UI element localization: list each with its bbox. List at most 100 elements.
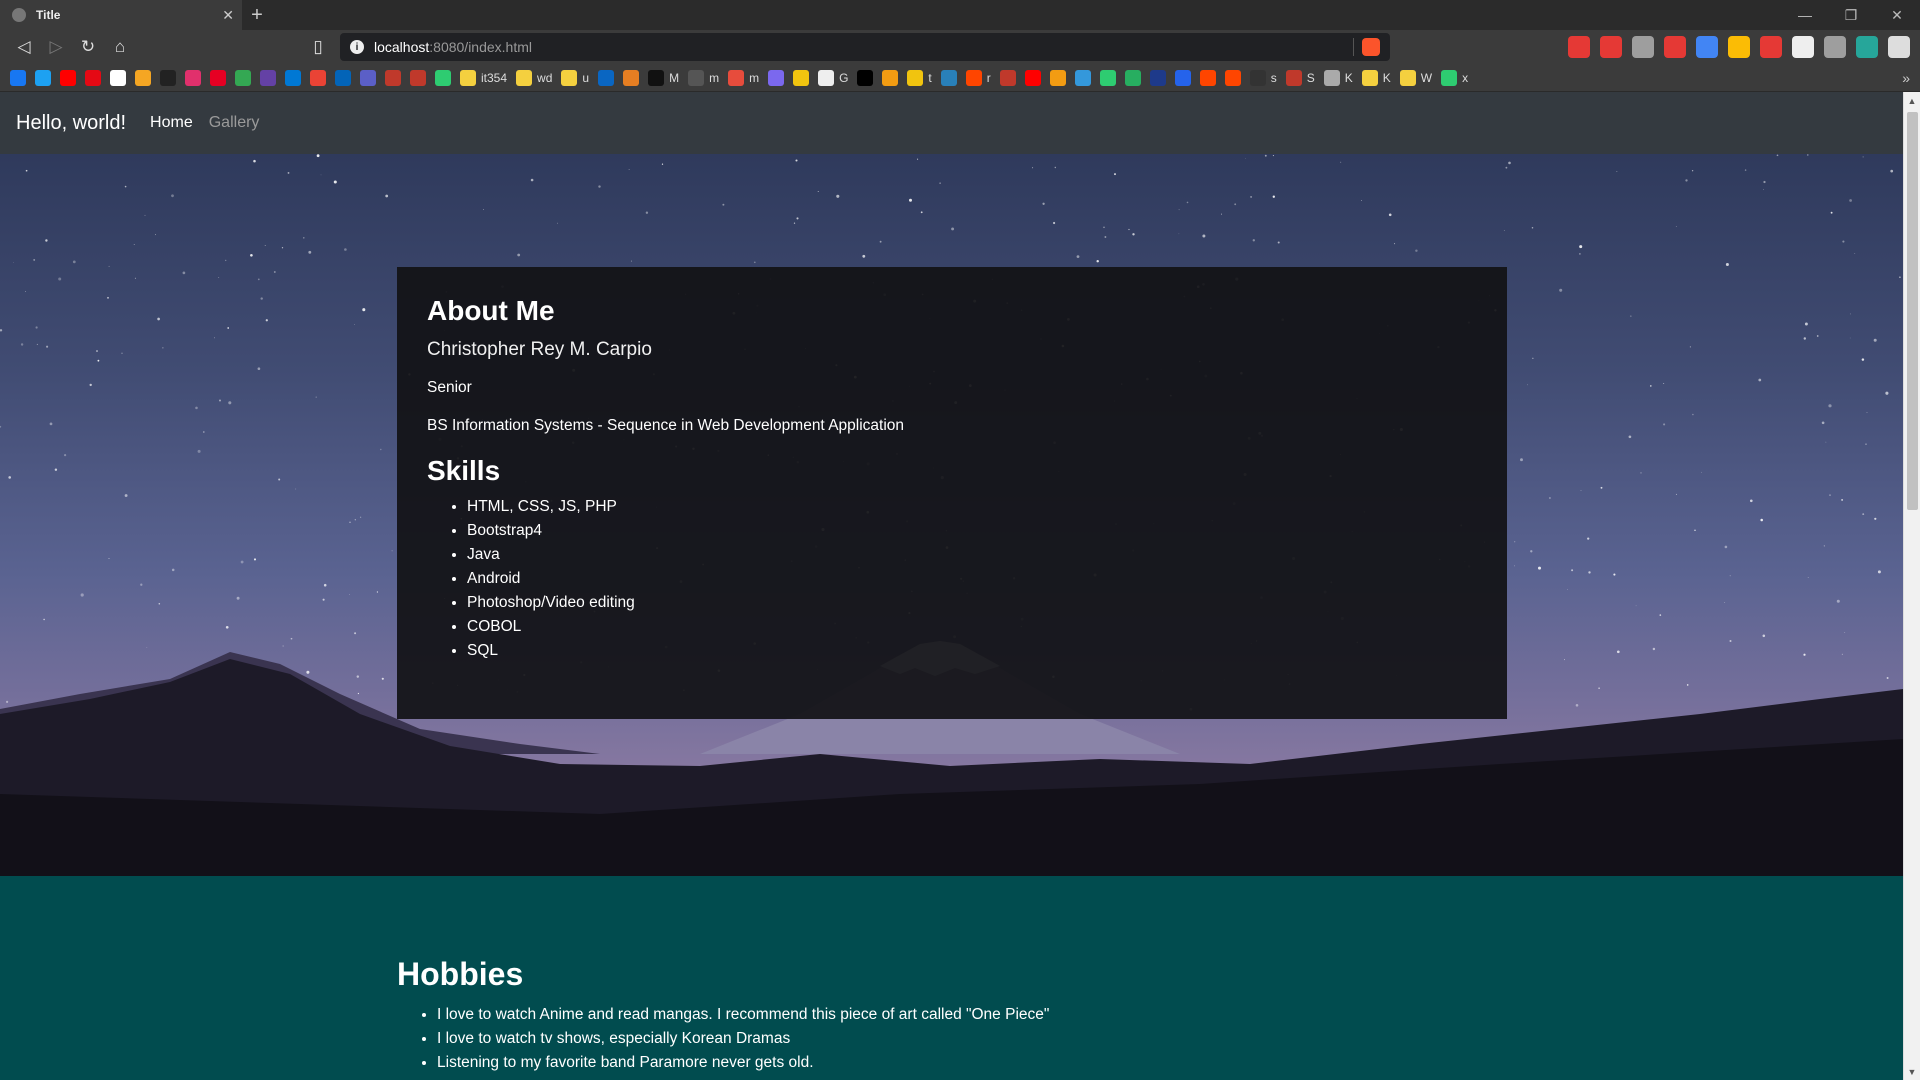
window-controls: — ❐ ✕ xyxy=(1782,0,1920,30)
bookmark-item[interactable] xyxy=(185,69,201,86)
extension-icon[interactable] xyxy=(1632,36,1654,58)
bookmark-item[interactable] xyxy=(110,69,126,86)
star xyxy=(557,222,558,224)
star xyxy=(1836,599,1840,603)
bookmark-item[interactable] xyxy=(285,69,301,86)
bookmark-item[interactable]: m xyxy=(728,69,759,86)
bookmark-item[interactable] xyxy=(857,69,874,86)
back-icon[interactable]: ◁ xyxy=(8,33,40,61)
bookmark-item[interactable]: W xyxy=(1399,69,1432,86)
star xyxy=(879,240,882,243)
navbar-brand[interactable]: Hello, world! xyxy=(16,112,126,135)
scroll-thumb[interactable] xyxy=(1907,112,1918,510)
bookmark-item[interactable] xyxy=(598,69,615,86)
more-bookmarks-icon[interactable]: » xyxy=(1902,70,1910,86)
year-level: Senior xyxy=(427,379,472,396)
address-bar[interactable]: i localhost:8080/index.html xyxy=(340,33,1390,61)
star xyxy=(124,185,127,188)
extension-icon[interactable] xyxy=(1856,36,1878,58)
bookmark-item[interactable]: K xyxy=(1323,69,1353,86)
bookmark-item[interactable] xyxy=(310,69,326,86)
extension-icon[interactable] xyxy=(1728,36,1750,58)
reload-icon[interactable]: ↻ xyxy=(72,33,104,61)
bookmark-item[interactable] xyxy=(260,69,276,86)
bookmark-item[interactable]: M xyxy=(648,69,679,86)
extension-icon[interactable] xyxy=(1824,36,1846,58)
star xyxy=(1564,659,1565,661)
bookmark-item[interactable] xyxy=(1024,69,1041,86)
bookmark-item[interactable] xyxy=(882,69,899,86)
nav-link-gallery[interactable]: Gallery xyxy=(209,114,260,132)
bookmark-item[interactable]: s xyxy=(1249,69,1277,86)
minimize-icon[interactable]: — xyxy=(1782,0,1828,30)
bookmark-item[interactable] xyxy=(1149,69,1166,86)
bookmark-item[interactable] xyxy=(1174,69,1191,86)
restore-icon[interactable]: ❐ xyxy=(1828,0,1874,30)
bookmark-item[interactable] xyxy=(1074,69,1091,86)
scroll-up-icon[interactable]: ▲ xyxy=(1904,92,1920,109)
bookmark-item[interactable] xyxy=(1224,69,1241,86)
extension-icon[interactable] xyxy=(1888,36,1910,58)
bookmark-item[interactable] xyxy=(1199,69,1216,86)
star xyxy=(359,516,362,518)
bookmark-item[interactable] xyxy=(135,69,151,86)
extension-icon[interactable] xyxy=(1568,36,1590,58)
bookmark-label: it354 xyxy=(481,70,508,85)
bookmark-item[interactable] xyxy=(410,69,426,86)
bookmark-icon[interactable]: ▯ xyxy=(302,33,334,61)
bookmark-item[interactable]: u xyxy=(561,69,589,86)
star xyxy=(1571,569,1574,572)
bookmark-item[interactable] xyxy=(360,69,376,86)
bookmark-item[interactable] xyxy=(768,69,785,86)
bookmark-item[interactable]: t xyxy=(907,69,932,86)
close-tab-icon[interactable]: ✕ xyxy=(222,7,234,24)
bookmark-item[interactable]: r xyxy=(965,69,991,86)
bookmark-item[interactable] xyxy=(793,69,810,86)
forward-icon[interactable]: ▷ xyxy=(40,33,72,61)
bookmark-item[interactable] xyxy=(35,69,51,86)
bookmark-item[interactable] xyxy=(60,69,76,86)
close-window-icon[interactable]: ✕ xyxy=(1874,0,1920,30)
bookmark-item[interactable] xyxy=(235,69,251,86)
extension-icon[interactable] xyxy=(1664,36,1686,58)
bookmark-item[interactable]: wd xyxy=(516,69,552,86)
hobby-item: I love to watch Anime and read mangas. I… xyxy=(437,1003,1903,1027)
star xyxy=(795,159,798,162)
bookmark-item[interactable] xyxy=(623,69,640,86)
bookmark-item[interactable] xyxy=(999,69,1016,86)
bookmark-item[interactable]: G xyxy=(818,69,848,86)
bookmark-item[interactable] xyxy=(335,69,351,86)
scroll-down-icon[interactable]: ▼ xyxy=(1904,1063,1920,1080)
brave-shield-icon[interactable] xyxy=(1362,38,1380,56)
bookmark-item[interactable] xyxy=(435,69,451,86)
star xyxy=(146,646,148,648)
bookmark-item[interactable] xyxy=(940,69,957,86)
bookmark-item[interactable] xyxy=(85,69,101,86)
star xyxy=(1849,199,1852,202)
site-info-icon[interactable]: i xyxy=(350,40,364,54)
star xyxy=(195,406,198,410)
home-icon[interactable]: ⌂ xyxy=(104,33,136,61)
new-tab-button[interactable]: + xyxy=(242,0,272,30)
bookmark-item[interactable] xyxy=(385,69,401,86)
nav-link-home[interactable]: Home xyxy=(150,114,193,132)
bookmark-item[interactable]: x xyxy=(1441,69,1468,86)
extension-icon[interactable] xyxy=(1696,36,1718,58)
vertical-scrollbar[interactable]: ▲ ▼ xyxy=(1903,92,1920,1080)
bookmark-item[interactable] xyxy=(1099,69,1116,86)
star xyxy=(1053,221,1056,225)
bookmark-item[interactable] xyxy=(210,69,226,86)
extension-icon[interactable] xyxy=(1600,36,1622,58)
extension-icon[interactable] xyxy=(1792,36,1814,58)
bookmark-item[interactable]: S xyxy=(1285,69,1315,86)
bookmark-label: r xyxy=(986,70,991,85)
bookmark-item[interactable] xyxy=(10,69,26,86)
browser-tab[interactable]: Title ✕ xyxy=(0,0,242,30)
bookmark-item[interactable] xyxy=(1124,69,1141,86)
bookmark-item[interactable] xyxy=(160,69,176,86)
extension-icon[interactable] xyxy=(1760,36,1782,58)
bookmark-item[interactable]: m xyxy=(688,69,719,86)
bookmark-item[interactable]: K xyxy=(1361,69,1391,86)
bookmark-item[interactable]: it354 xyxy=(460,69,508,86)
bookmark-item[interactable] xyxy=(1049,69,1066,86)
